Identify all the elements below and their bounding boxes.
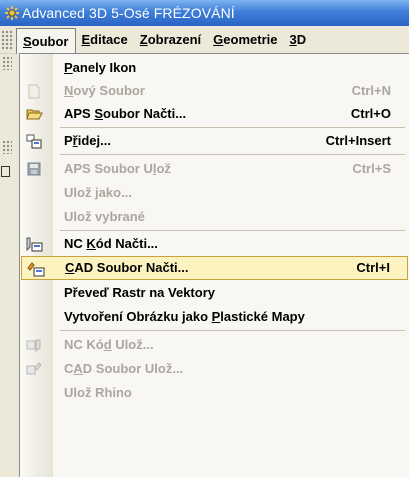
toolbar-button[interactable]	[1, 166, 10, 177]
menu-item-uloz-vybrane[interactable]: Ulož vybrané	[20, 205, 409, 229]
toolbar-grip[interactable]	[2, 28, 14, 51]
menu-item-preved-rastr[interactable]: Převeď Rastr na Vektory	[20, 281, 409, 305]
menu-item-uloz-rhino[interactable]: Ulož Rhino	[20, 381, 409, 405]
window-title: Advanced 3D 5-Osé FRÉZOVÁNÍ	[22, 5, 235, 21]
menu-item-label: Přidej...	[64, 133, 111, 148]
menu-zobrazeni[interactable]: Zobrazení	[134, 28, 207, 52]
cad-load-icon	[27, 261, 45, 277]
save-disk-icon	[25, 161, 43, 177]
menu-item-cad-soubor-uloz[interactable]: CAD Soubor Ulož...	[20, 357, 409, 381]
menu-item-label: APS Soubor Načti...	[64, 106, 187, 121]
menu-item-label: NC Kód Ulož...	[64, 337, 154, 352]
menu-item-label: CAD Soubor Ulož...	[64, 361, 184, 376]
menu-item-label: CAD Soubor Načti...	[65, 260, 189, 275]
menu-item-label: NC Kód Načti...	[64, 236, 158, 251]
menu-item-label: Převeď Rastr na Vektory	[64, 285, 215, 300]
menu-item-label: Ulož jako...	[64, 185, 132, 200]
cad-save-icon	[25, 361, 43, 377]
menu-item-label: Panely Ikon	[64, 60, 137, 75]
add-file-icon	[25, 133, 43, 149]
menu-3d[interactable]: 3D	[284, 28, 313, 52]
open-folder-icon	[25, 106, 43, 122]
menu-item-novy-soubor[interactable]: Nový Soubor Ctrl+N	[20, 79, 409, 103]
menu-separator	[60, 154, 405, 155]
app-gear-icon	[4, 5, 20, 21]
menu-item-shortcut: Ctrl+I	[356, 260, 390, 275]
menu-item-nc-kod-nacti[interactable]: NC Kód Načti...	[20, 232, 409, 256]
menu-item-aps-soubor-nacti[interactable]: APS Soubor Načti... Ctrl+O	[20, 102, 409, 126]
menu-item-shortcut: Ctrl+N	[351, 83, 391, 98]
menu-item-shortcut: Ctrl+O	[350, 106, 391, 121]
menu-soubor[interactable]: Soubor	[16, 27, 76, 54]
menu-item-shortcut: Ctrl+Insert	[325, 133, 391, 148]
menu-item-vytvoreni-obrazku[interactable]: Vytvoření Obrázku jako Plastické Mapy	[20, 305, 409, 329]
menu-item-shortcut: Ctrl+S	[352, 161, 391, 176]
menu-item-nc-kod-uloz[interactable]: NC Kód Ulož...	[20, 333, 409, 357]
new-file-icon	[25, 83, 43, 99]
menu-editace[interactable]: Editace	[76, 28, 134, 52]
menu-bar: Soubor Editace Zobrazení Geometrie 3D	[0, 26, 409, 54]
title-bar: Advanced 3D 5-Osé FRÉZOVÁNÍ	[0, 0, 409, 26]
toolbar-grip[interactable]	[2, 140, 12, 154]
toolbar-grip[interactable]	[2, 56, 12, 70]
menu-item-label: Ulož Rhino	[64, 385, 132, 400]
menu-item-cad-soubor-nacti[interactable]: CAD Soubor Načti... Ctrl+I	[21, 256, 408, 280]
menu-item-aps-soubor-uloz[interactable]: APS Soubor Ulož Ctrl+S	[20, 157, 409, 181]
menu-item-label: APS Soubor Ulož	[64, 161, 171, 176]
menu-item-label: Nový Soubor	[64, 83, 145, 98]
nc-save-icon	[25, 337, 43, 353]
menu-item-pridej[interactable]: Přidej... Ctrl+Insert	[20, 129, 409, 153]
nc-load-icon	[25, 236, 43, 252]
menu-item-panely-ikon[interactable]: Panely Ikon	[20, 56, 409, 80]
toolbar-strip	[0, 54, 19, 477]
menu-item-label: Vytvoření Obrázku jako Plastické Mapy	[64, 309, 305, 324]
menu-separator	[60, 330, 405, 331]
menu-item-uloz-jako[interactable]: Ulož jako...	[20, 181, 409, 205]
soubor-dropdown-menu: Panely Ikon Nový Soubor Ctrl+N APS Soubo…	[19, 53, 409, 477]
menu-geometrie[interactable]: Geometrie	[207, 28, 283, 52]
menu-item-label: Ulož vybrané	[64, 209, 145, 224]
menu-separator	[60, 230, 405, 231]
menu-separator	[60, 127, 405, 128]
